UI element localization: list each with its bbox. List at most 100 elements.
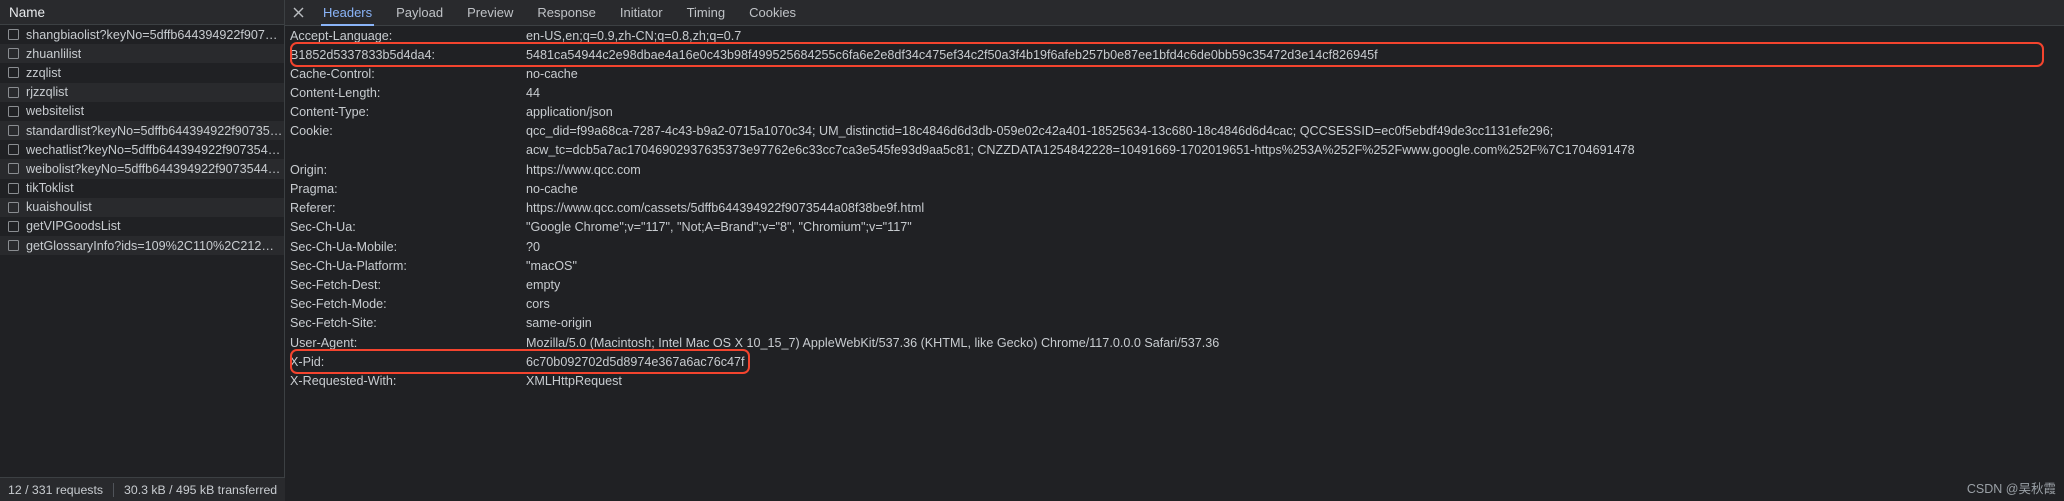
watermark-text: CSDN @吴秋霞 [1966, 482, 2056, 496]
header-name: X-Requested-With: [290, 373, 397, 388]
request-list-item-label: getVIPGoodsList [26, 219, 121, 234]
header-name: Sec-Fetch-Dest: [290, 278, 381, 293]
header-row[interactable]: Cookie: qcc_did=f99a68ca-7287-4c43-b9a2-0… [285, 122, 2064, 160]
request-list-item[interactable]: kuaishoulist [0, 197, 284, 217]
request-list-item[interactable]: shangbiaolist?keyNo=5dffb644394922f90735… [0, 25, 284, 45]
request-list-item[interactable]: rjzzqlist [0, 82, 284, 102]
tab-initiator[interactable]: Initiator [608, 0, 675, 26]
header-value-line: qcc_did=f99a68ca-7287-4c43-b9a2-0715a107… [526, 123, 1554, 138]
header-row[interactable]: Origin: https://www.qcc.com [285, 160, 2064, 179]
request-list-item[interactable]: getVIPGoodsList [0, 216, 284, 237]
header-value: empty [526, 278, 561, 293]
header-row[interactable]: Content-Type: application/json [285, 103, 2064, 122]
header-value: no-cache [526, 66, 578, 81]
header-name: Referer: [290, 201, 336, 216]
header-row[interactable]: Sec-Ch-Ua-Platform: "macOS" [285, 256, 2064, 275]
checkbox-icon[interactable] [8, 105, 19, 117]
header-name: B1852d5337833b5d4da4: [290, 47, 435, 62]
close-icon[interactable] [285, 0, 311, 26]
header-row[interactable]: Sec-Fetch-Dest: empty [285, 275, 2064, 294]
header-row[interactable]: B1852d5337833b5d4da4: 5481ca54944c2e98dba… [285, 45, 2064, 64]
checkbox-icon[interactable] [8, 48, 19, 60]
tabs-container: Headers Payload Preview Response Initiator Ti… [311, 0, 808, 26]
header-row[interactable]: X-Pid: 6c70b092702d5d8974e367a6ac76c47f [285, 352, 2064, 371]
header-value: "Google Chrome";v="117", "Not;A=Brand";v… [526, 220, 912, 235]
status-divider [113, 482, 115, 497]
header-name: Sec-Fetch-Site: [290, 316, 377, 331]
request-list-item[interactable]: standardlist?keyNo=5dffb644394922f907354… [0, 120, 284, 141]
header-value: https://www.qcc.com [526, 162, 641, 177]
request-list-item-label: wechatlist?keyNo=5dffb644394922f9073544a… [26, 142, 284, 157]
header-row[interactable]: Sec-Fetch-Mode: cors [285, 295, 2064, 314]
request-list-item[interactable]: zhuanlilist [0, 44, 284, 64]
request-list-item-label: zzqlist [26, 65, 61, 80]
header-name: Content-Type: [290, 105, 370, 120]
request-list-item[interactable]: wechatlist?keyNo=5dffb644394922f9073544a… [0, 140, 284, 160]
header-value: application/json [526, 105, 613, 120]
header-row[interactable]: Cache-Control: no-cache [285, 64, 2064, 83]
request-list-panel: Name shangbiaolist?keyNo=5dffb644394922f… [0, 0, 285, 501]
status-transferred-size: 30.3 kB / 495 kB transferred [124, 482, 278, 497]
header-value: Mozilla/5.0 (Macintosh; Intel Mac OS X 1… [526, 335, 1220, 350]
checkbox-icon[interactable] [8, 67, 19, 79]
request-list-item-label: getGlossaryInfo?ids=109%2C110%2C212%2C… [26, 238, 284, 253]
checkbox-icon[interactable] [8, 29, 19, 41]
header-value: 44 [526, 86, 541, 101]
request-list-item-label: websitelist [26, 104, 85, 119]
request-list-item[interactable]: websitelist [0, 101, 284, 121]
header-row[interactable]: Sec-Ch-Ua-Mobile: ?0 [285, 237, 2064, 256]
header-row[interactable]: Sec-Fetch-Site: same-origin [285, 314, 2064, 333]
header-value: https://www.qcc.com/cassets/5dffb6443949… [526, 201, 925, 216]
header-name: X-Pid: [290, 354, 325, 369]
tab-timing[interactable]: Timing [675, 0, 738, 26]
devtools-network-panel: Name shangbiaolist?keyNo=5dffb644394922f… [0, 0, 2064, 501]
request-list[interactable]: shangbiaolist?keyNo=5dffb644394922f90735… [0, 25, 284, 263]
request-list-empty-area [0, 263, 284, 501]
header-row[interactable]: Content-Length: 44 [285, 84, 2064, 103]
checkbox-icon[interactable] [8, 201, 19, 213]
tab-preview[interactable]: Preview [455, 0, 525, 26]
checkbox-icon[interactable] [8, 182, 19, 194]
tab-payload[interactable]: Payload [384, 0, 455, 26]
tab-response[interactable]: Response [525, 0, 608, 26]
checkbox-icon[interactable] [8, 240, 19, 252]
request-list-item-label: kuaishoulist [26, 200, 92, 215]
checkbox-icon[interactable] [8, 220, 19, 232]
header-row[interactable]: Accept-Language: en-US,en;q=0.9,zh-CN;q=0… [285, 26, 2064, 45]
request-list-item[interactable]: getGlossaryInfo?ids=109%2C110%2C212%2C… [0, 236, 284, 256]
header-row[interactable]: Pragma: no-cache [285, 180, 2064, 199]
header-name: Sec-Ch-Ua-Mobile: [290, 239, 398, 254]
checkbox-icon[interactable] [8, 163, 19, 175]
header-row[interactable]: User-Agent: Mozilla/5.0 (Macintosh; Intel… [285, 333, 2064, 352]
header-value: en-US,en;q=0.9,zh-CN;q=0.8,zh;q=0.7 [526, 28, 742, 43]
header-value: same-origin [526, 316, 592, 331]
headers-row-list: Accept-Language: en-US,en;q=0.9,zh-CN;q=0… [285, 26, 2064, 391]
header-row[interactable]: Sec-Ch-Ua: "Google Chrome";v="117", "Not;… [285, 218, 2064, 237]
checkbox-icon[interactable] [8, 144, 19, 156]
header-value: ?0 [526, 239, 541, 254]
header-row[interactable]: X-Requested-With: XMLHttpRequest [285, 371, 2064, 390]
request-list-item[interactable]: zzqlist [0, 63, 284, 83]
checkbox-icon[interactable] [8, 86, 19, 98]
header-name: Sec-Fetch-Mode: [290, 297, 387, 312]
tab-headers[interactable]: Headers [311, 0, 384, 26]
column-header-name[interactable]: Name [0, 0, 284, 25]
detail-tab-bar: Headers Payload Preview Response Initiator Ti… [285, 0, 2064, 26]
header-row[interactable]: Referer: https://www.qcc.com/cassets/5dff… [285, 199, 2064, 218]
header-name: Pragma: [290, 182, 338, 197]
request-list-item[interactable]: weibolist?keyNo=5dffb644394922f9073544a0… [0, 159, 284, 179]
request-list-item[interactable]: tikToklist [0, 178, 284, 198]
tab-cookies[interactable]: Cookies [737, 0, 808, 26]
status-request-count: 12 / 331 requests [8, 482, 104, 497]
checkbox-icon[interactable] [8, 125, 19, 137]
header-name: Content-Length: [290, 86, 381, 101]
headers-content[interactable]: Accept-Language: en-US,en;q=0.9,zh-CN;q=0… [285, 26, 2064, 501]
header-name: Accept-Language: [290, 28, 393, 43]
header-value: qcc_did=f99a68ca-7287-4c43-b9a2-0715a107… [526, 122, 1635, 160]
header-name: Cookie: [290, 123, 333, 138]
header-name: Sec-Ch-Ua: [290, 220, 356, 235]
header-value: 5481ca54944c2e98dbae4a16e0c43b98f4995256… [526, 47, 1378, 62]
header-name: Cache-Control: [290, 66, 375, 81]
request-list-item-label: weibolist?keyNo=5dffb644394922f9073544a0… [26, 161, 284, 176]
header-value: "macOS" [526, 258, 577, 273]
